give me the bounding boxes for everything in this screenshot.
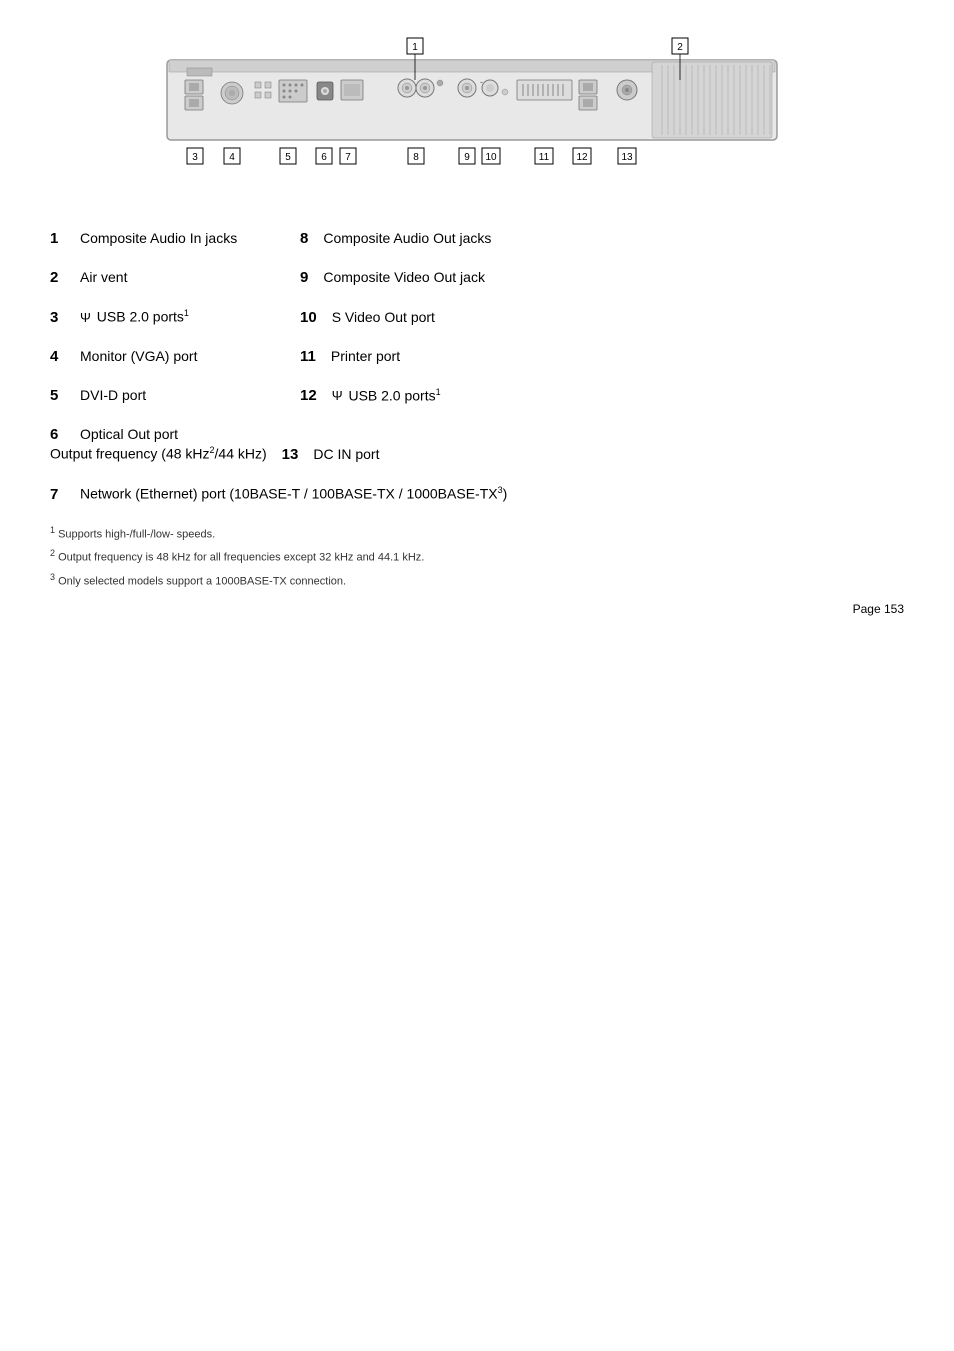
port-row-6: 6 Optical Out port Output frequency (48 … [50, 426, 904, 463]
port-desc-5: DVI-D port [80, 387, 280, 403]
port-desc-11: Printer port [331, 348, 400, 364]
port-desc-10: S Video Out port [332, 309, 435, 325]
usb-icon-3: Ψ [80, 310, 91, 325]
port-desc-7: Network (Ethernet) port (10BASE-T / 100B… [80, 485, 507, 502]
usb-icon-12: Ψ [332, 388, 343, 403]
port-number-5: 5 [50, 387, 80, 404]
port-number-1: 1 [50, 230, 80, 247]
footnote-3: 3 Only selected models support a 1000BAS… [50, 572, 904, 588]
footnotes-section: 1 Supports high-/full-/low- speeds. 2 Ou… [50, 525, 904, 588]
port-number-6: 6 [50, 426, 80, 443]
svg-text:6: 6 [321, 152, 327, 163]
footnote-sup-3: 3 [50, 572, 55, 582]
port-desc-6-freq: Output frequency (48 kHz2/44 kHz) [50, 445, 267, 462]
port-number-7: 7 [50, 486, 80, 503]
page-number: Page 153 [853, 602, 904, 616]
footnote-1: 1 Supports high-/full-/low- speeds. [50, 525, 904, 541]
port-desc-2: Air vent [80, 269, 280, 285]
port-row-3: 3 Ψ USB 2.0 ports1 10 S Video Out port [50, 308, 904, 326]
port-desc-4: Monitor (VGA) port [80, 348, 280, 364]
port-number-13: 13 [282, 446, 299, 463]
footnote-sup-1: 1 [50, 525, 55, 535]
port-row-5: 5 DVI-D port 12 Ψ USB 2.0 ports1 [50, 387, 904, 405]
svg-text:5: 5 [285, 152, 291, 163]
svg-text:4: 4 [229, 152, 235, 163]
port-number-2: 2 [50, 269, 80, 286]
port-desc-12: Ψ USB 2.0 ports1 [332, 387, 441, 404]
svg-text:7: 7 [345, 152, 351, 163]
svg-text:2: 2 [677, 42, 683, 53]
port-desc-6: Optical Out port [80, 426, 280, 442]
port-desc-9: Composite Video Out jack [323, 269, 485, 285]
footnote-sup-3-1: 1 [184, 308, 189, 318]
port-row-2: 2 Air vent 9 Composite Video Out jack [50, 269, 904, 286]
svg-text:8: 8 [413, 152, 419, 163]
port-number-10: 10 [300, 309, 317, 326]
port-number-3: 3 [50, 309, 80, 326]
svg-text:3: 3 [192, 152, 198, 163]
svg-text:9: 9 [464, 152, 470, 163]
svg-text:1: 1 [412, 42, 418, 53]
footnote-2: 2 Output frequency is 48 kHz for all fre… [50, 548, 904, 564]
port-desc-13: DC IN port [313, 446, 379, 462]
port-number-12: 12 [300, 387, 317, 404]
svg-text:12: 12 [576, 152, 588, 163]
port-desc-8: Composite Audio Out jacks [323, 230, 491, 246]
device-diagram: 1 2 [50, 30, 904, 200]
svg-text:10: 10 [485, 152, 497, 163]
port-number-11: 11 [300, 348, 316, 365]
port-labels: 1 Composite Audio In jacks 8 Composite A… [50, 230, 904, 503]
footnote-sup-2: 2 [50, 548, 55, 558]
svg-text:11: 11 [539, 152, 550, 163]
port-number-4: 4 [50, 348, 80, 365]
footnote-sup-12-1: 1 [436, 387, 441, 397]
port-row-1: 1 Composite Audio In jacks 8 Composite A… [50, 230, 904, 247]
page-container: 1 2 [0, 0, 954, 636]
port-desc-3: Ψ USB 2.0 ports1 [80, 308, 280, 325]
port-number-9: 9 [300, 269, 308, 286]
port-row-4: 4 Monitor (VGA) port 11 Printer port [50, 348, 904, 365]
port-number-8: 8 [300, 230, 308, 247]
port-desc-1: Composite Audio In jacks [80, 230, 280, 246]
port-row-7: 7 Network (Ethernet) port (10BASE-T / 10… [50, 485, 904, 503]
svg-text:13: 13 [621, 152, 633, 163]
